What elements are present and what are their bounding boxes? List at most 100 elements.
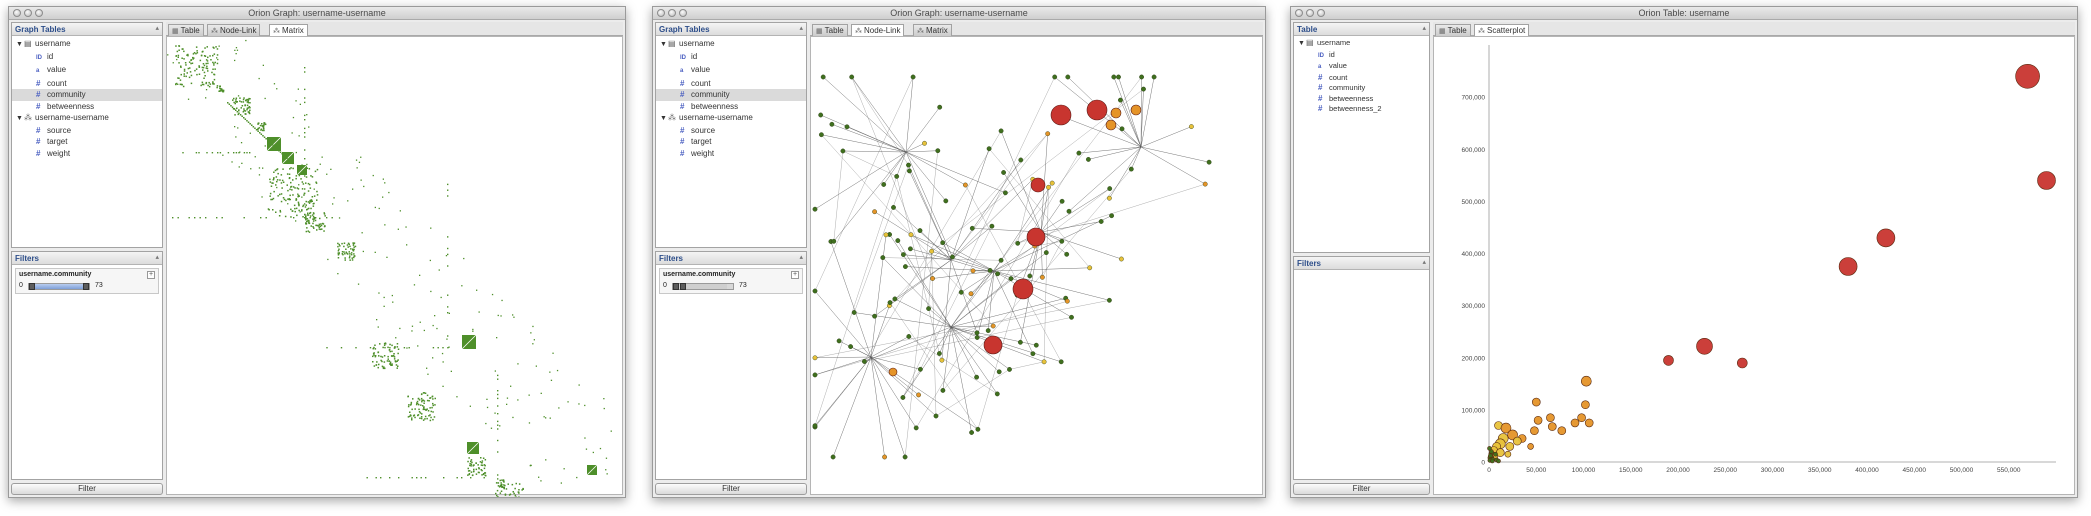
number-icon: # [680,101,685,111]
tab-node-link[interactable]: ⁂ Node-Link [207,24,261,36]
tree-item-community[interactable]: # community [12,89,162,101]
filter-add-button[interactable]: + [147,271,155,279]
expand-triangle-icon[interactable]: ▼ [16,113,24,125]
matrix-cell [315,217,317,219]
node-link-diagram[interactable] [811,37,1264,498]
filters-panel: Filters ▴ username.community + 0 73 [11,251,163,480]
tree-item-community[interactable]: # community [656,89,806,101]
tree-item-betweenness-2[interactable]: # betweenness_2 [1294,104,1429,115]
matrix-cell [383,361,386,363]
expand-triangle-icon[interactable]: ▼ [1298,39,1306,50]
tab-table[interactable]: ▦ Table [168,24,204,36]
tree-item-weight[interactable]: # weight [656,148,806,160]
filter-add-button[interactable]: + [791,271,799,279]
matrix-cell [483,467,486,470]
tab-table[interactable]: ▦ Table [812,24,848,36]
panel-collapse-icon[interactable]: ▴ [1422,24,1426,32]
tree-item-id[interactable]: ID id [656,51,806,65]
matrix-cell [195,52,197,55]
filter-button[interactable]: Filter [11,483,163,495]
tree-item-username-username[interactable]: ▼⁂ username-username [656,112,806,125]
tree-item-label: betweenness [1329,93,1374,103]
matrix-cell [301,164,303,166]
tree-item-username[interactable]: ▼▤ username [12,38,162,51]
graph-edge [1078,146,1142,154]
matrix-cell [349,259,351,261]
slider-max-thumb[interactable] [680,283,686,290]
matrix-view[interactable] [166,36,624,498]
matrix-cell [392,301,394,303]
expand-triangle-icon[interactable]: ▼ [16,39,24,51]
tree-item-value[interactable]: a value [12,64,162,78]
tree-item-value[interactable]: a value [1294,61,1429,73]
expand-triangle-icon[interactable]: ▼ [660,113,668,125]
graph-node [892,296,898,302]
tree-item-target[interactable]: # target [12,136,162,148]
tree-item-count[interactable]: # count [656,78,806,90]
matrix-cell [347,200,349,202]
slider-min-thumb[interactable] [673,283,679,290]
panel-collapse-icon[interactable]: ▴ [799,253,803,261]
tree-item-betweenness[interactable]: # betweenness [1294,94,1429,105]
tab-table[interactable]: ▦ Table [1435,24,1471,36]
matrix-cell [305,204,307,206]
tree-item-username[interactable]: ▼▤ username [656,38,806,51]
node-link-view[interactable] [810,36,1263,495]
matrix-cell [233,108,235,110]
tree-item-source[interactable]: # source [12,125,162,137]
slider-track[interactable] [28,283,90,290]
matrix-cell [515,482,517,485]
filter-button[interactable]: Filter [1293,483,1430,495]
matrix-cell [521,489,523,491]
title-bar[interactable]: Orion Graph: username-username [9,7,625,20]
tree-item-count[interactable]: # count [12,78,162,90]
title-bar[interactable]: Orion Graph: username-username [653,7,1265,20]
matrix-cell [309,215,312,217]
matrix-cell [610,430,612,432]
matrix-cell [306,214,309,216]
tree-item-value[interactable]: a value [656,64,806,78]
panel-collapse-icon[interactable]: ▴ [155,253,159,261]
tree-item-community[interactable]: # community [1294,83,1429,94]
tree-item-betweenness[interactable]: # betweenness [12,101,162,113]
filters-header: Filters ▴ [12,252,162,265]
scatterplot-view[interactable]: 0 100,000 200,000 300,000 400,000 500,000 600,… [1433,36,2075,495]
slider-track[interactable] [672,283,734,290]
adjacency-matrix[interactable] [167,37,624,498]
matrix-cell [478,467,480,470]
matrix-cell [216,54,219,56]
matrix-cell [556,369,559,372]
panel-collapse-icon[interactable]: ▴ [155,24,159,32]
tab-matrix[interactable]: ⁂ Matrix [913,24,952,36]
tree-item-target[interactable]: # target [656,136,806,148]
matrix-cell [374,206,376,209]
scatterplot-chart[interactable]: 0 100,000 200,000 300,000 400,000 500,000 600,… [1434,37,2076,498]
tree-item-betweenness[interactable]: # betweenness [656,101,806,113]
panel-collapse-icon[interactable]: ▴ [1422,258,1426,266]
matrix-cell [499,492,502,494]
matrix-cell [201,81,204,84]
tree-item-weight[interactable]: # weight [12,148,162,160]
range-slider[interactable]: 0 73 [19,282,154,291]
matrix-cell [302,216,304,218]
range-slider[interactable]: 0 73 [663,282,798,291]
title-bar[interactable]: Orion Table: username [1291,7,2077,20]
panel-collapse-icon[interactable]: ▴ [799,24,803,32]
expand-triangle-icon[interactable]: ▼ [660,39,668,51]
tree-item-username-username[interactable]: ▼⁂ username-username [12,112,162,125]
tree-item-id[interactable]: ID id [12,51,162,65]
graph-edge [870,356,906,458]
matrix-cell [357,283,360,285]
matrix-cell [183,70,186,72]
tree-item-id[interactable]: ID id [1294,50,1429,62]
tree-item-username[interactable]: ▼▤ username [1294,38,1429,50]
slider-min-thumb[interactable] [29,283,35,290]
filter-button[interactable]: Filter [655,483,807,495]
scatter-point [1581,400,1590,410]
matrix-cell [306,220,308,223]
matrix-cell [309,201,311,203]
tree-item-count[interactable]: # count [1294,73,1429,84]
tree-item-source[interactable]: # source [656,125,806,137]
graph-node [840,148,846,154]
slider-max-thumb[interactable] [83,283,89,290]
